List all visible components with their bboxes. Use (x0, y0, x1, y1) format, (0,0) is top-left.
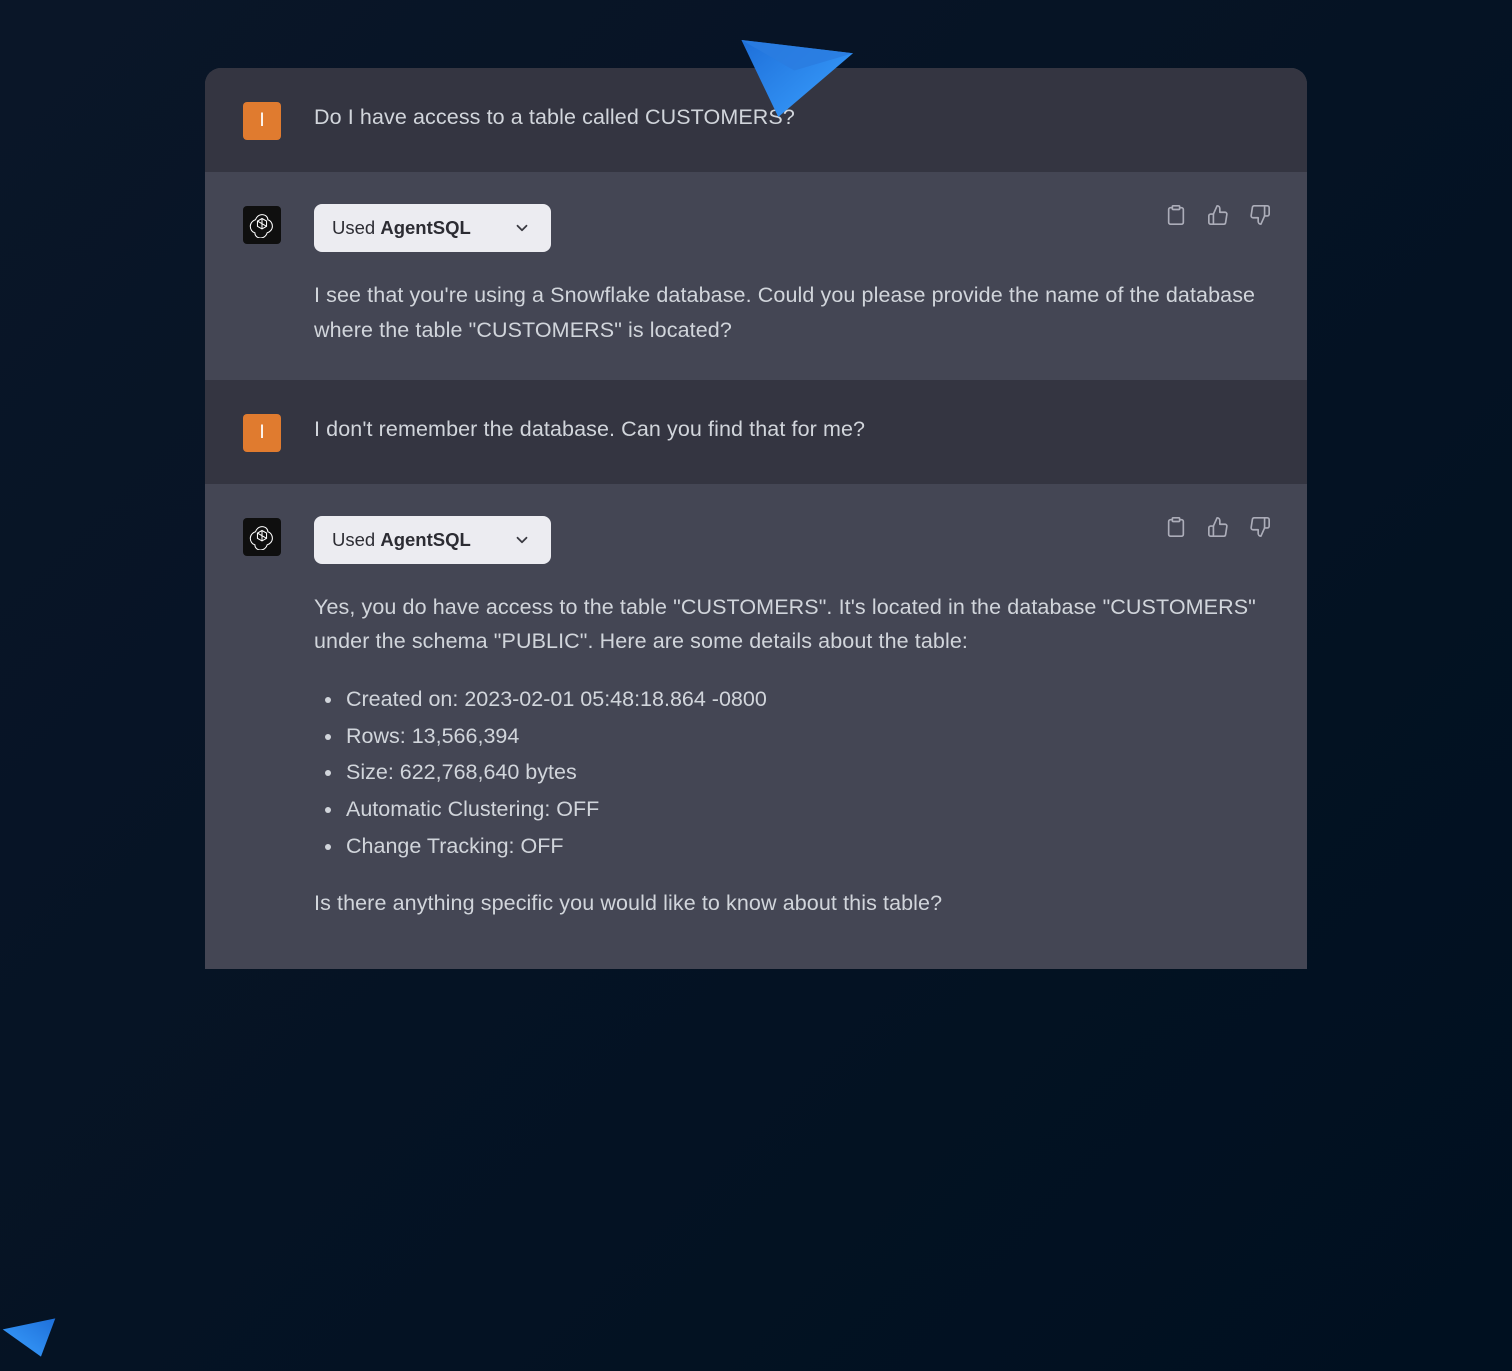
tool-used-chip[interactable]: Used AgentSQL (314, 204, 551, 252)
tool-label: Used AgentSQL (332, 217, 471, 239)
message-actions (1163, 202, 1273, 228)
thumbs-down-icon[interactable] (1247, 514, 1273, 540)
chevron-down-icon (513, 219, 531, 237)
assistant-avatar (243, 518, 281, 556)
list-item: Automatic Clustering: OFF (344, 791, 1269, 828)
cursor-arrow-icon (736, 25, 864, 132)
thumbs-up-icon[interactable] (1205, 202, 1231, 228)
copy-icon[interactable] (1163, 514, 1189, 540)
list-item: Size: 622,768,640 bytes (344, 754, 1269, 791)
message-text: Yes, you do have access to the table "CU… (314, 590, 1269, 660)
message-actions (1163, 514, 1273, 540)
chat-container: I Do I have access to a table called CUS… (205, 68, 1307, 969)
list-item: Rows: 13,566,394 (344, 718, 1269, 755)
table-details-list: Created on: 2023-02-01 05:48:18.864 -080… (324, 681, 1269, 864)
list-item: Created on: 2023-02-01 05:48:18.864 -080… (344, 681, 1269, 718)
tool-used-chip[interactable]: Used AgentSQL (314, 516, 551, 564)
message-assistant: Used AgentSQL Yes, you do have access to… (205, 484, 1307, 969)
message-user: I I don't remember the database. Can you… (205, 380, 1307, 484)
user-avatar: I (243, 102, 281, 140)
message-text: I don't remember the database. Can you f… (314, 412, 1269, 447)
tool-label: Used AgentSQL (332, 529, 471, 551)
list-item: Change Tracking: OFF (344, 828, 1269, 865)
user-avatar: I (243, 414, 281, 452)
message-text: I see that you're using a Snowflake data… (314, 278, 1269, 348)
thumbs-down-icon[interactable] (1247, 202, 1273, 228)
thumbs-up-icon[interactable] (1205, 514, 1231, 540)
message-assistant: Used AgentSQL I see that you're using a … (205, 172, 1307, 380)
message-text: Is there anything specific you would lik… (314, 886, 1269, 921)
copy-icon[interactable] (1163, 202, 1189, 228)
assistant-avatar (243, 206, 281, 244)
chevron-down-icon (513, 531, 531, 549)
cursor-arrow-icon (0, 1316, 58, 1365)
